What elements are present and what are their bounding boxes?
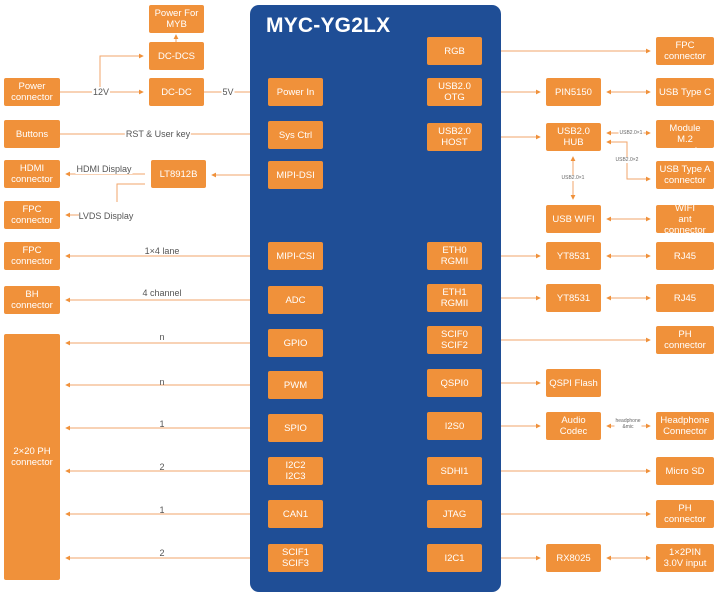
block-mipi-dsi[interactable]: MIPI-DSI	[268, 161, 323, 189]
block-hdmi-connector[interactable]: HDMI connector	[4, 160, 60, 188]
block-sdhi1[interactable]: SDHI1	[427, 457, 482, 485]
label-spio-count: 1	[159, 419, 165, 429]
block-adc[interactable]: ADC	[268, 286, 323, 314]
block-rx8025[interactable]: RX8025	[546, 544, 601, 572]
block-micro-sd[interactable]: Micro SD	[656, 457, 714, 485]
block-scif1-scif3[interactable]: SCIF1 SCIF3	[268, 544, 323, 572]
board-title: MYC-YG2LX	[266, 14, 391, 37]
block-can1[interactable]: CAN1	[268, 500, 323, 528]
block-yt8531-1[interactable]: YT8531	[546, 284, 601, 312]
block-jtag[interactable]: JTAG	[427, 500, 482, 528]
block-i2s0[interactable]: I2S0	[427, 412, 482, 440]
block-eth1-rgmii[interactable]: ETH1 RGMII	[427, 284, 482, 312]
block-rj45-0[interactable]: RJ45	[656, 242, 714, 270]
block-spio[interactable]: SPIO	[268, 414, 323, 442]
label-csi-lanes: 1×4 lane	[144, 246, 180, 256]
block-rj45-1[interactable]: RJ45	[656, 284, 714, 312]
block-dc-dc[interactable]: DC-DC	[149, 78, 204, 106]
label-5v: 5V	[221, 87, 235, 97]
label-hub-typea: USB2.0×2	[614, 157, 640, 163]
block-headphone-connector[interactable]: Headphone Connector	[656, 412, 714, 440]
block-usb-wifi[interactable]: USB WIFI	[546, 205, 601, 233]
label-hdmi-display: HDMI Display	[75, 164, 133, 174]
block-m2-module[interactable]: 5G/4G Module M.2 connector	[656, 112, 714, 156]
block-qspi0[interactable]: QSPI0	[427, 369, 482, 397]
block-scif0-scif2[interactable]: SCIF0 SCIF2	[427, 326, 482, 354]
block-usb-hub[interactable]: USB2.0 HUB	[546, 123, 601, 151]
block-sys-ctrl[interactable]: Sys Ctrl	[268, 121, 323, 149]
block-dc-dcs[interactable]: DC-DCS	[149, 42, 204, 70]
block-usb-type-c[interactable]: USB Type C	[656, 78, 714, 106]
label-can-count: 1	[159, 505, 165, 515]
block-diagram: MYC-YG2LX Power In Sys Ctrl MIPI-DSI MIP…	[0, 0, 720, 600]
block-pwm[interactable]: PWM	[268, 371, 323, 399]
label-12v: 12V	[91, 87, 111, 97]
link-lt8912b-lvds	[116, 183, 145, 202]
block-buttons[interactable]: Buttons	[4, 120, 60, 148]
block-2x20-ph-connector[interactable]: 2×20 PH connector	[4, 334, 60, 580]
block-power-connector[interactable]: Power connector	[4, 78, 60, 106]
block-fpc-rgb[interactable]: FPC connector	[656, 37, 714, 65]
block-fpc-csi[interactable]: FPC connector	[4, 242, 60, 270]
label-rst-user-key: RST & User key	[124, 129, 192, 139]
block-qspi-flash[interactable]: QSPI Flash	[546, 369, 601, 397]
block-mipi-csi[interactable]: MIPI-CSI	[268, 242, 323, 270]
block-usb-host[interactable]: USB2.0 HOST	[427, 123, 482, 151]
block-pin5150[interactable]: PIN5150	[546, 78, 601, 106]
label-scif-count: 2	[159, 548, 165, 558]
block-power-for-myb[interactable]: Power For MYB	[149, 5, 204, 33]
label-hub-m2: USB2.0×1	[618, 130, 644, 136]
block-i2c2-i2c3[interactable]: I2C2 I2C3	[268, 457, 323, 485]
label-pwm-count: n	[159, 377, 165, 387]
label-adc-channels: 4 channel	[142, 288, 182, 298]
block-ph-scif[interactable]: PH connector	[656, 326, 714, 354]
block-lt8912b[interactable]: LT8912B	[151, 160, 206, 188]
block-fpc-lvds[interactable]: FPC connector	[4, 201, 60, 229]
block-power-in[interactable]: Power In	[268, 78, 323, 106]
label-i2c-count: 2	[159, 462, 165, 472]
label-headphone-mic: headphone &mic	[614, 418, 642, 430]
block-eth0-rgmii[interactable]: ETH0 RGMII	[427, 242, 482, 270]
block-wifi-ant[interactable]: WIFI ant connector	[656, 203, 714, 236]
block-gpio[interactable]: GPIO	[268, 329, 323, 357]
block-audio-codec[interactable]: Audio Codec	[546, 412, 601, 440]
label-hub-wifi: USB2.0×1	[560, 175, 586, 181]
block-ph-jtag[interactable]: PH connector	[656, 500, 714, 528]
block-i2c1[interactable]: I2C1	[427, 544, 482, 572]
block-rgb[interactable]: RGB	[427, 37, 482, 65]
label-lvds-display: LVDS Display	[78, 211, 134, 221]
block-1x2pin-input[interactable]: 1×2PIN 3.0V input	[656, 544, 714, 572]
block-usb-otg[interactable]: USB2.0 OTG	[427, 78, 482, 106]
block-bh-connector[interactable]: BH connector	[4, 286, 60, 314]
block-yt8531-0[interactable]: YT8531	[546, 242, 601, 270]
label-gpio-count: n	[159, 332, 165, 342]
block-usb-type-a[interactable]: USB Type A connector	[656, 161, 714, 189]
